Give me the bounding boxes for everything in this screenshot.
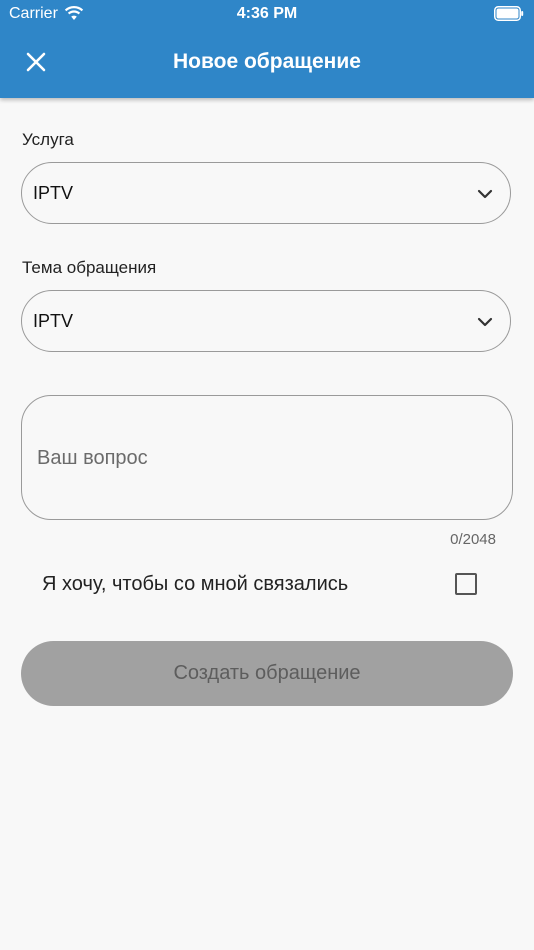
topic-label: Тема обращения <box>22 258 157 277</box>
create-request-label: Создать обращение <box>173 662 361 684</box>
question-placeholder: Ваш вопрос <box>37 447 148 469</box>
page-title: Новое обращение <box>173 50 361 73</box>
contact-me-checkbox[interactable] <box>455 573 477 595</box>
topic-value: IPTV <box>33 311 74 331</box>
question-field[interactable]: Ваш вопрос <box>21 395 513 520</box>
status-bar: Carrier 4:36 PM <box>0 0 534 28</box>
status-time: 4:36 PM <box>236 5 298 22</box>
create-request-button[interactable]: Создать обращение <box>21 641 513 706</box>
character-counter: 0/2048 <box>450 531 496 548</box>
app-bar: Carrier 4:36 PM Новое обращение <box>0 0 534 98</box>
service-value: IPTV <box>33 183 74 203</box>
chevron-down-icon <box>476 313 494 336</box>
contact-me-label: Я хочу, чтобы со мной связались <box>42 573 349 595</box>
battery-icon <box>494 6 524 26</box>
service-select[interactable]: IPTV <box>21 162 511 224</box>
service-label: Услуга <box>22 130 74 149</box>
chevron-down-icon <box>476 185 494 208</box>
topic-select[interactable]: IPTV <box>21 290 511 352</box>
